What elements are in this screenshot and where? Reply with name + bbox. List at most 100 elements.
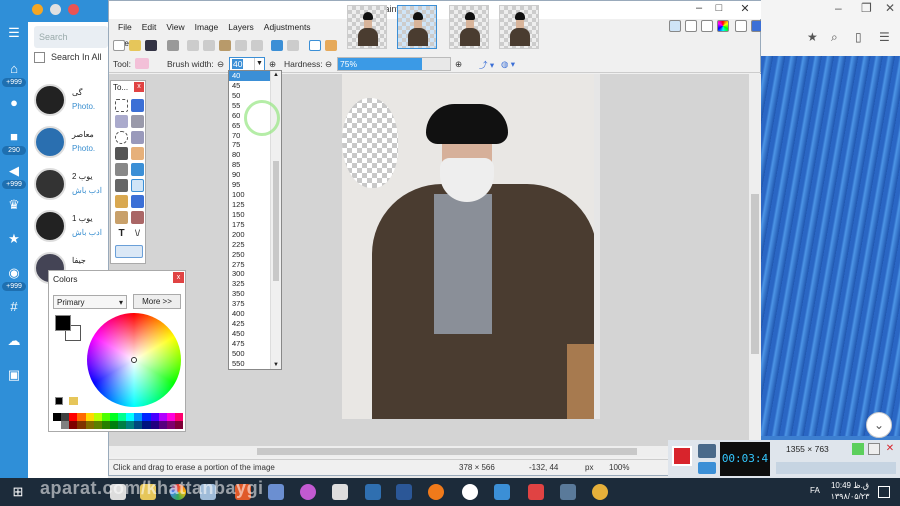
palette-swatch[interactable] bbox=[69, 421, 78, 429]
camera-icon[interactable] bbox=[698, 444, 716, 458]
minimize-icon[interactable]: – bbox=[835, 1, 842, 15]
palette-swatch[interactable] bbox=[158, 413, 167, 421]
brush-width-option[interactable]: 95 bbox=[229, 180, 271, 190]
palette-swatch[interactable] bbox=[109, 413, 118, 421]
menu-layers[interactable]: Layers bbox=[223, 19, 259, 35]
palette-swatch[interactable] bbox=[93, 421, 102, 429]
brush-width-option[interactable]: 425 bbox=[229, 319, 271, 329]
settings-gear-icon[interactable] bbox=[735, 20, 747, 32]
pencil-tool-icon[interactable] bbox=[115, 195, 128, 208]
palette-swatch[interactable] bbox=[118, 421, 127, 429]
clone-stamp-tool-icon[interactable] bbox=[115, 211, 128, 224]
paintbrush-tool-icon[interactable] bbox=[115, 179, 128, 192]
redo-icon[interactable] bbox=[287, 40, 299, 51]
more-colors-button[interactable]: More >> bbox=[133, 294, 181, 309]
open-folder-icon[interactable] bbox=[129, 40, 141, 51]
deselect-icon[interactable] bbox=[251, 40, 263, 51]
brush-width-option[interactable]: 80 bbox=[229, 150, 271, 160]
blend-mode-icon[interactable]: ◍ ▾ bbox=[501, 59, 515, 70]
brush-width-option[interactable]: 150 bbox=[229, 210, 271, 220]
menu-image[interactable]: Image bbox=[190, 19, 224, 35]
vertical-scrollbar[interactable] bbox=[749, 74, 761, 446]
brush-width-option[interactable]: 90 bbox=[229, 170, 271, 180]
brush-width-increase-icon[interactable]: ⊕ bbox=[269, 59, 276, 70]
crop-icon[interactable] bbox=[235, 40, 247, 51]
maximize-dot-icon[interactable] bbox=[50, 4, 61, 15]
taskbar-app-15-icon[interactable] bbox=[592, 484, 608, 500]
chevron-down-icon[interactable]: ▾ bbox=[119, 298, 123, 307]
cloud-icon[interactable]: ☁ bbox=[4, 332, 24, 350]
paste-icon[interactable] bbox=[219, 40, 231, 51]
brush-width-option[interactable]: 550 bbox=[229, 359, 271, 369]
grid-icon[interactable] bbox=[309, 40, 321, 51]
megaphone-icon[interactable]: ◀ bbox=[4, 162, 24, 180]
history-window-icon[interactable] bbox=[685, 20, 697, 32]
brush-width-option[interactable]: 450 bbox=[229, 329, 271, 339]
cut-icon[interactable] bbox=[187, 40, 199, 51]
palette-swatch[interactable] bbox=[53, 413, 62, 421]
palette-swatch[interactable] bbox=[61, 421, 70, 429]
eraser-tool-icon[interactable] bbox=[131, 179, 144, 192]
palette-swatch[interactable] bbox=[142, 413, 151, 421]
brush-width-option[interactable]: 75 bbox=[229, 140, 271, 150]
menu-view[interactable]: View bbox=[161, 19, 189, 35]
undo-icon[interactable] bbox=[271, 40, 283, 51]
workspace[interactable] bbox=[109, 74, 762, 457]
horizontal-scrollbar[interactable] bbox=[109, 446, 749, 457]
palette-swatch[interactable] bbox=[69, 413, 78, 421]
recorder-minimize-icon[interactable] bbox=[868, 443, 880, 455]
palette-swatch[interactable] bbox=[101, 421, 110, 429]
hardness-increase-icon[interactable]: ⊕ bbox=[455, 59, 462, 70]
colors-close-icon[interactable]: x bbox=[173, 272, 184, 283]
menu-adjustments[interactable]: Adjustments bbox=[259, 19, 316, 35]
taskbar-app-14-icon[interactable] bbox=[560, 484, 576, 500]
palette-swatch[interactable] bbox=[85, 413, 94, 421]
colors-window-icon[interactable] bbox=[717, 20, 729, 32]
vertical-scroll-thumb[interactable] bbox=[751, 194, 759, 354]
menu-icon[interactable]: ☰ bbox=[879, 30, 890, 44]
menu-file[interactable]: File bbox=[113, 19, 137, 35]
brush-width-option[interactable]: 125 bbox=[229, 200, 271, 210]
text-tool-icon[interactable]: T bbox=[115, 227, 128, 240]
taskbar-app-11-icon[interactable] bbox=[462, 484, 478, 500]
brush-width-option[interactable]: 250 bbox=[229, 250, 271, 260]
copy-icon[interactable] bbox=[203, 40, 215, 51]
scroll-up-icon[interactable]: ▲ bbox=[273, 72, 279, 78]
crown-icon[interactable]: ♛ bbox=[4, 196, 24, 214]
layers-window-icon[interactable] bbox=[701, 20, 713, 32]
search-icon[interactable]: ⌕ bbox=[831, 30, 838, 45]
line-curve-tool-icon[interactable]: \/ bbox=[131, 227, 144, 240]
eye-icon[interactable]: ◉ bbox=[4, 264, 24, 282]
star-icon[interactable]: ★ bbox=[807, 30, 818, 44]
palette-swatch[interactable] bbox=[77, 421, 86, 429]
image-canvas[interactable] bbox=[342, 74, 594, 419]
shapes-tool-icon[interactable] bbox=[115, 245, 143, 258]
brush-width-option[interactable]: 100 bbox=[229, 190, 271, 200]
chevron-down-icon[interactable]: ▼ bbox=[254, 58, 264, 70]
palette-swatch[interactable] bbox=[101, 413, 110, 421]
scroll-down-chevron-icon[interactable]: ⌄ bbox=[866, 412, 892, 438]
image-tab-1[interactable] bbox=[347, 5, 387, 49]
magic-wand-tool-icon[interactable] bbox=[115, 147, 128, 160]
ellipse-select-tool-icon[interactable] bbox=[115, 131, 128, 144]
recorder-close-icon[interactable]: ✕ bbox=[884, 443, 896, 455]
brush-width-option[interactable]: 500 bbox=[229, 349, 271, 359]
close-icon[interactable]: ✕ bbox=[735, 2, 755, 15]
taskbar-app-6-icon[interactable] bbox=[268, 484, 284, 500]
palette-swatch[interactable] bbox=[166, 421, 175, 429]
primary-color-swatch[interactable] bbox=[55, 315, 71, 331]
maximize-icon[interactable]: □ bbox=[709, 2, 729, 14]
taskbar-app-13-icon[interactable] bbox=[528, 484, 544, 500]
eraser-tool-icon[interactable] bbox=[135, 58, 149, 69]
minimize-icon[interactable]: – bbox=[689, 2, 709, 14]
move-tool-icon[interactable] bbox=[131, 99, 144, 112]
paintnet-taskbar-icon[interactable] bbox=[494, 484, 510, 500]
word-icon[interactable] bbox=[396, 484, 412, 500]
reading-view-icon[interactable]: ▯ bbox=[855, 30, 862, 44]
chat-list-item[interactable]: یوب 1 ادب باش bbox=[30, 208, 108, 246]
brush-width-option[interactable]: 350 bbox=[229, 289, 271, 299]
system-clock[interactable]: 10:49 ق.ظ ۱۳۹۸/۰۵/۲۳ bbox=[828, 480, 872, 502]
record-stop-button[interactable] bbox=[672, 446, 692, 466]
contact-icon[interactable]: ▣ bbox=[4, 366, 24, 384]
calculator-icon[interactable] bbox=[332, 484, 348, 500]
